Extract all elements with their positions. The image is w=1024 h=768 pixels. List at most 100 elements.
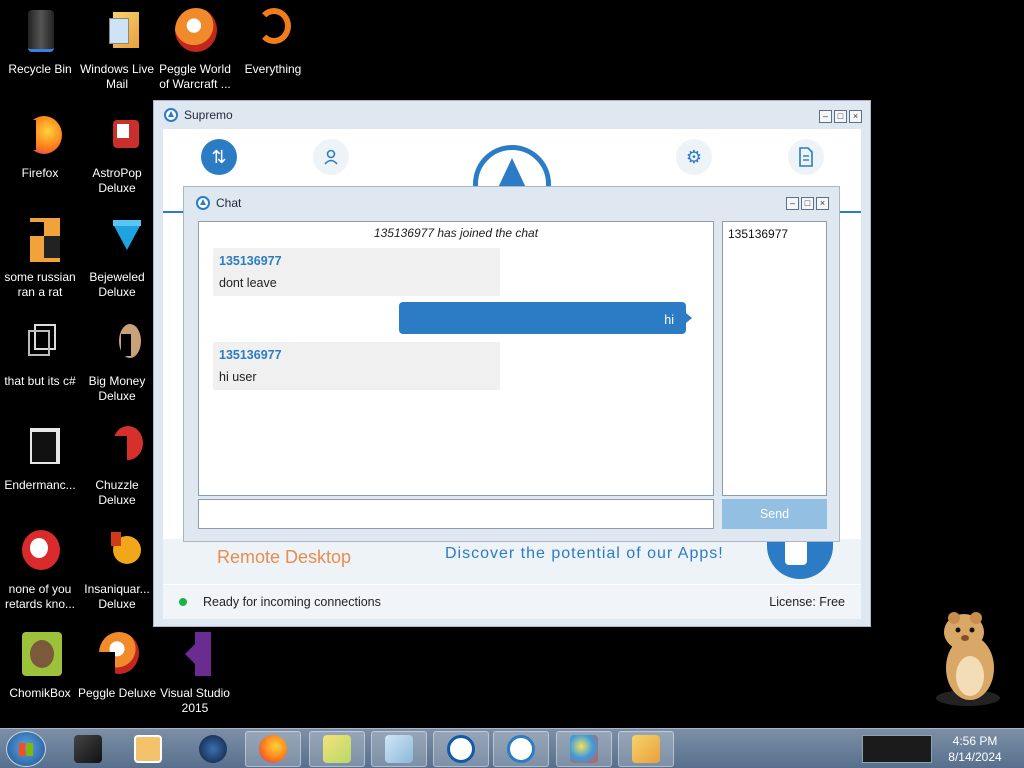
paint-icon xyxy=(570,735,598,763)
chat-titlebar[interactable]: Chat – □ × xyxy=(184,187,839,219)
participant-item[interactable]: 135136977 xyxy=(728,227,821,241)
desktop-icon-peggle-wow[interactable]: Peggle World of Warcraft ... xyxy=(155,8,235,92)
maximize-button[interactable]: □ xyxy=(801,197,814,210)
fish-icon xyxy=(93,528,141,576)
close-button[interactable]: × xyxy=(849,110,862,123)
file-icon xyxy=(16,216,64,264)
taskbar: 4:56 PM 8/14/2024 xyxy=(0,728,1024,768)
desktop-icon-insaniquarium[interactable]: Insaniquar... Deluxe xyxy=(77,528,157,612)
globe-icon xyxy=(199,735,227,763)
desktop-icon-label: AstroPop Deluxe xyxy=(92,166,142,195)
status-indicator-icon xyxy=(179,598,187,606)
supremo-icon xyxy=(507,735,535,763)
close-button[interactable]: × xyxy=(816,197,829,210)
firefox-icon xyxy=(16,112,64,160)
desktop-icon-that-but-its-c[interactable]: that but its c# xyxy=(0,320,80,389)
taskbar-app-3[interactable] xyxy=(185,731,241,767)
supremo-logo-icon xyxy=(196,196,210,210)
chat-title: Chat xyxy=(216,196,242,210)
chomikbox-icon xyxy=(16,632,64,680)
supremo-titlebar[interactable]: Supremo – □ × xyxy=(154,101,870,129)
minimize-button[interactable]: – xyxy=(786,197,799,210)
desktop-icon-label: some russian ran a rat xyxy=(4,270,76,299)
message-sender: 135136977 xyxy=(219,254,282,268)
taskbar-explorer[interactable] xyxy=(618,731,674,767)
participants-list[interactable]: 135136977 xyxy=(722,221,827,496)
contacts-user-icon[interactable] xyxy=(313,139,349,175)
chat-message-outgoing: hi xyxy=(399,302,692,334)
desktop-icon-everything[interactable]: Everything xyxy=(233,8,313,77)
taskbar-paint[interactable] xyxy=(556,731,612,767)
maximize-button[interactable]: □ xyxy=(834,110,847,123)
promo-apps-text: Discover the potential of our Apps! xyxy=(445,545,724,562)
desktop-icon-label: Endermanc... xyxy=(4,478,76,492)
chat-message-input[interactable] xyxy=(198,499,714,529)
desktop-icon-label: Insaniquar... Deluxe xyxy=(84,582,150,611)
taskbar-app-1[interactable] xyxy=(60,731,116,767)
desktop-icon-none-of-you[interactable]: none of you retards kno... xyxy=(0,528,80,612)
taskbar-supremo[interactable] xyxy=(493,731,549,767)
transfer-arrows-icon[interactable]: ⇅ xyxy=(201,139,237,175)
folder-stack-icon xyxy=(16,320,64,368)
supremo-window-controls: – □ × xyxy=(819,110,862,123)
chat-window: Chat – □ × 135136977 has joined the chat… xyxy=(183,186,840,542)
status-text: Ready for incoming connections xyxy=(203,595,381,609)
message-sender: 135136977 xyxy=(219,348,282,362)
peggle-icon xyxy=(93,632,141,680)
taskbar-sticky-notes[interactable] xyxy=(309,731,365,767)
chat-window-controls: – □ × xyxy=(786,197,829,210)
message-text: hi user xyxy=(219,370,257,384)
recycle-bin-icon xyxy=(16,8,64,56)
desktop-icon-visual-studio[interactable]: Visual Studio 2015 xyxy=(155,632,235,716)
desktop-icon-label: Everything xyxy=(244,62,302,76)
chat-message-incoming: 135136977 dont leave xyxy=(213,248,500,296)
notepad-icon xyxy=(385,735,413,763)
taskbar-notepad[interactable] xyxy=(371,731,427,767)
minimize-button[interactable]: – xyxy=(819,110,832,123)
chat-messages-pane[interactable]: 135136977 has joined the chat 135136977 … xyxy=(198,221,714,496)
clock-date: 8/14/2024 xyxy=(948,750,1002,764)
desktop-icon-some-russian[interactable]: some russian ran a rat xyxy=(0,216,80,300)
desktop-icon-firefox-shortcut[interactable]: Firefox xyxy=(0,112,80,181)
tray-icons[interactable] xyxy=(862,735,932,763)
mail-icon xyxy=(93,8,141,56)
desktop-icon-label: Chuzzle Deluxe xyxy=(95,478,139,507)
sticky-notes-icon xyxy=(323,735,351,763)
desktop-icon-label: Peggle Deluxe xyxy=(77,686,157,700)
desktop-icon-big-money[interactable]: Big Money Deluxe xyxy=(77,320,157,404)
hamster-icon xyxy=(936,612,1000,706)
desktop-icon-label: that but its c# xyxy=(4,374,76,388)
peggle-icon xyxy=(171,8,219,56)
settings-gear-icon[interactable]: ⚙ xyxy=(676,139,712,175)
desktop-icon-chuzzle[interactable]: Chuzzle Deluxe xyxy=(77,424,157,508)
astropop-icon xyxy=(93,112,141,160)
visual-studio-icon xyxy=(171,632,219,680)
promo-remote-desktop: Remote Desktop xyxy=(217,547,352,567)
teamviewer-icon xyxy=(447,735,475,763)
desktop-icon-label: none of you retards kno... xyxy=(4,582,76,611)
send-button[interactable]: Send xyxy=(722,499,827,529)
system-tray xyxy=(840,729,940,768)
document-icon[interactable] xyxy=(788,139,824,175)
taskbar-teamviewer[interactable] xyxy=(433,731,489,767)
desktop-icon-bejeweled[interactable]: Bejeweled Deluxe xyxy=(77,216,157,300)
license-text: License: Free xyxy=(769,595,845,609)
desktop-icon-label: Windows Live Mail xyxy=(79,62,155,91)
desktop: Recycle Bin Firefox some russian ran a r… xyxy=(0,0,1024,768)
supremo-logo-icon xyxy=(164,108,178,122)
desktop-icon-astropop[interactable]: AstroPop Deluxe xyxy=(77,112,157,196)
desktop-icon-chomikbox[interactable]: ChomikBox xyxy=(0,632,80,701)
desktop-icon-peggle-deluxe[interactable]: Peggle Deluxe xyxy=(77,632,157,701)
desktop-icon-windows-live-mail[interactable]: Windows Live Mail xyxy=(77,8,157,92)
clock-time: 4:56 PM xyxy=(952,734,998,748)
desktop-icon-endermanc[interactable]: Endermanc... xyxy=(0,424,80,493)
taskbar-firefox[interactable] xyxy=(245,731,301,767)
desktop-icon-label: Recycle Bin xyxy=(8,62,72,76)
supremo-title: Supremo xyxy=(184,108,233,122)
taskbar-media-player[interactable] xyxy=(120,731,176,767)
desktop-icon-label: Visual Studio 2015 xyxy=(160,686,230,715)
desktop-icon-recycle-bin[interactable]: Recycle Bin xyxy=(0,8,80,77)
clock[interactable]: 4:56 PM 8/14/2024 xyxy=(940,733,1010,765)
start-button[interactable] xyxy=(6,731,46,767)
desktop-icon-label: Peggle World of Warcraft ... xyxy=(159,62,231,91)
